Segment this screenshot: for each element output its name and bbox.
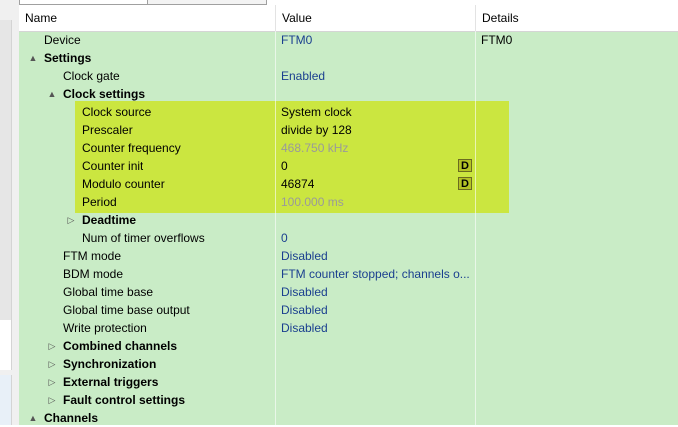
property-row-global-time-base[interactable]: Global time base Disabled: [19, 283, 678, 301]
expand-arrow-icon[interactable]: ▷: [47, 391, 57, 409]
group-label: Channels: [44, 411, 99, 425]
left-panel-strip: [0, 0, 19, 425]
property-value[interactable]: 0: [281, 229, 288, 247]
group-label: Clock settings: [63, 87, 146, 101]
property-group-deadtime[interactable]: ▷ Deadtime: [19, 211, 678, 229]
column-header-name[interactable]: Name: [19, 5, 276, 31]
property-group-combined-channels[interactable]: ▷ Combined channels: [19, 337, 678, 355]
property-row-num-timer-overflows[interactable]: Num of timer overflows 0: [19, 229, 678, 247]
property-row-global-time-base-output[interactable]: Global time base output Disabled: [19, 301, 678, 319]
group-label: Fault control settings: [63, 393, 186, 407]
property-row-write-protection[interactable]: Write protection Disabled: [19, 319, 678, 337]
property-group-settings[interactable]: ▲ Settings: [19, 49, 678, 67]
property-row-period: Period 100.000 ms: [19, 193, 678, 211]
property-row-clock-gate[interactable]: Clock gate Enabled: [19, 67, 678, 85]
property-name: Clock source: [82, 105, 152, 119]
expand-arrow-icon[interactable]: ▷: [47, 337, 57, 355]
collapse-arrow-icon[interactable]: ▲: [28, 49, 38, 67]
left-scrollbar[interactable]: [0, 20, 12, 320]
left-panel-area: [0, 320, 12, 370]
property-details: FTM0: [481, 33, 513, 47]
property-name: BDM mode: [63, 267, 124, 281]
property-value[interactable]: 46874: [281, 175, 314, 193]
direct-value-button[interactable]: D: [458, 177, 472, 190]
property-row-counter-init[interactable]: Counter init 0 D: [19, 157, 678, 175]
column-header-details[interactable]: Details: [476, 5, 678, 31]
property-value[interactable]: 0: [281, 157, 288, 175]
property-name: Num of timer overflows: [82, 231, 205, 245]
property-row-device[interactable]: Device FTM0 FTM0: [19, 31, 678, 49]
property-name: Device: [44, 33, 81, 47]
property-name: Write protection: [63, 321, 147, 335]
property-row-prescaler[interactable]: Prescaler divide by 128: [19, 121, 678, 139]
collapse-arrow-icon[interactable]: ▲: [28, 409, 38, 427]
property-group-clock-settings[interactable]: ▲ Clock settings: [19, 85, 678, 103]
property-group-fault-control-settings[interactable]: ▷ Fault control settings: [19, 391, 678, 409]
property-value[interactable]: Disabled: [281, 319, 328, 337]
property-name: Prescaler: [82, 123, 133, 137]
property-group-channels[interactable]: ▲ Channels: [19, 409, 678, 427]
property-name: Period: [82, 195, 117, 209]
property-name: Global time base: [63, 285, 154, 299]
group-label: External triggers: [63, 375, 159, 389]
expand-arrow-icon[interactable]: ▷: [66, 211, 76, 229]
property-value-readonly: 468.750 kHz: [281, 141, 349, 155]
property-value[interactable]: Disabled: [281, 283, 328, 301]
property-row-bdm-mode[interactable]: BDM mode FTM counter stopped; channels o…: [19, 265, 678, 283]
property-value-readonly: 100.000 ms: [281, 195, 344, 209]
property-value[interactable]: Enabled: [281, 67, 325, 85]
expand-arrow-icon[interactable]: ▷: [47, 355, 57, 373]
property-name: Clock gate: [63, 69, 120, 83]
property-group-synchronization[interactable]: ▷ Synchronization: [19, 355, 678, 373]
property-name: Counter frequency: [82, 141, 181, 155]
property-name: Counter init: [82, 159, 144, 173]
expand-arrow-icon[interactable]: ▷: [47, 373, 57, 391]
grid-header: Name Value Details: [19, 5, 678, 32]
collapse-arrow-icon[interactable]: ▲: [47, 85, 57, 103]
property-row-clock-source[interactable]: Clock source System clock: [19, 103, 678, 121]
property-name: FTM mode: [63, 249, 122, 263]
column-header-value[interactable]: Value: [276, 5, 476, 31]
property-row-counter-frequency: Counter frequency 468.750 kHz: [19, 139, 678, 157]
property-value[interactable]: System clock: [281, 103, 352, 121]
group-label: Combined channels: [63, 339, 178, 353]
group-label: Deadtime: [82, 213, 137, 227]
property-value[interactable]: divide by 128: [281, 121, 352, 139]
property-value[interactable]: FTM0: [281, 31, 312, 49]
property-name: Modulo counter: [82, 177, 165, 191]
property-row-modulo-counter[interactable]: Modulo counter 46874 D: [19, 175, 678, 193]
property-value[interactable]: FTM counter stopped; channels o...: [281, 265, 470, 283]
property-grid: Name Value Details Device FTM0 FTM0 ▲ Se…: [19, 5, 678, 425]
left-panel-area: [0, 375, 12, 425]
property-value[interactable]: Disabled: [281, 247, 328, 265]
property-row-ftm-mode[interactable]: FTM mode Disabled: [19, 247, 678, 265]
direct-value-button[interactable]: D: [458, 159, 472, 172]
property-name: Global time base output: [63, 303, 190, 317]
property-group-external-triggers[interactable]: ▷ External triggers: [19, 373, 678, 391]
property-value[interactable]: Disabled: [281, 301, 328, 319]
group-label: Settings: [44, 51, 92, 65]
group-label: Synchronization: [63, 357, 157, 371]
